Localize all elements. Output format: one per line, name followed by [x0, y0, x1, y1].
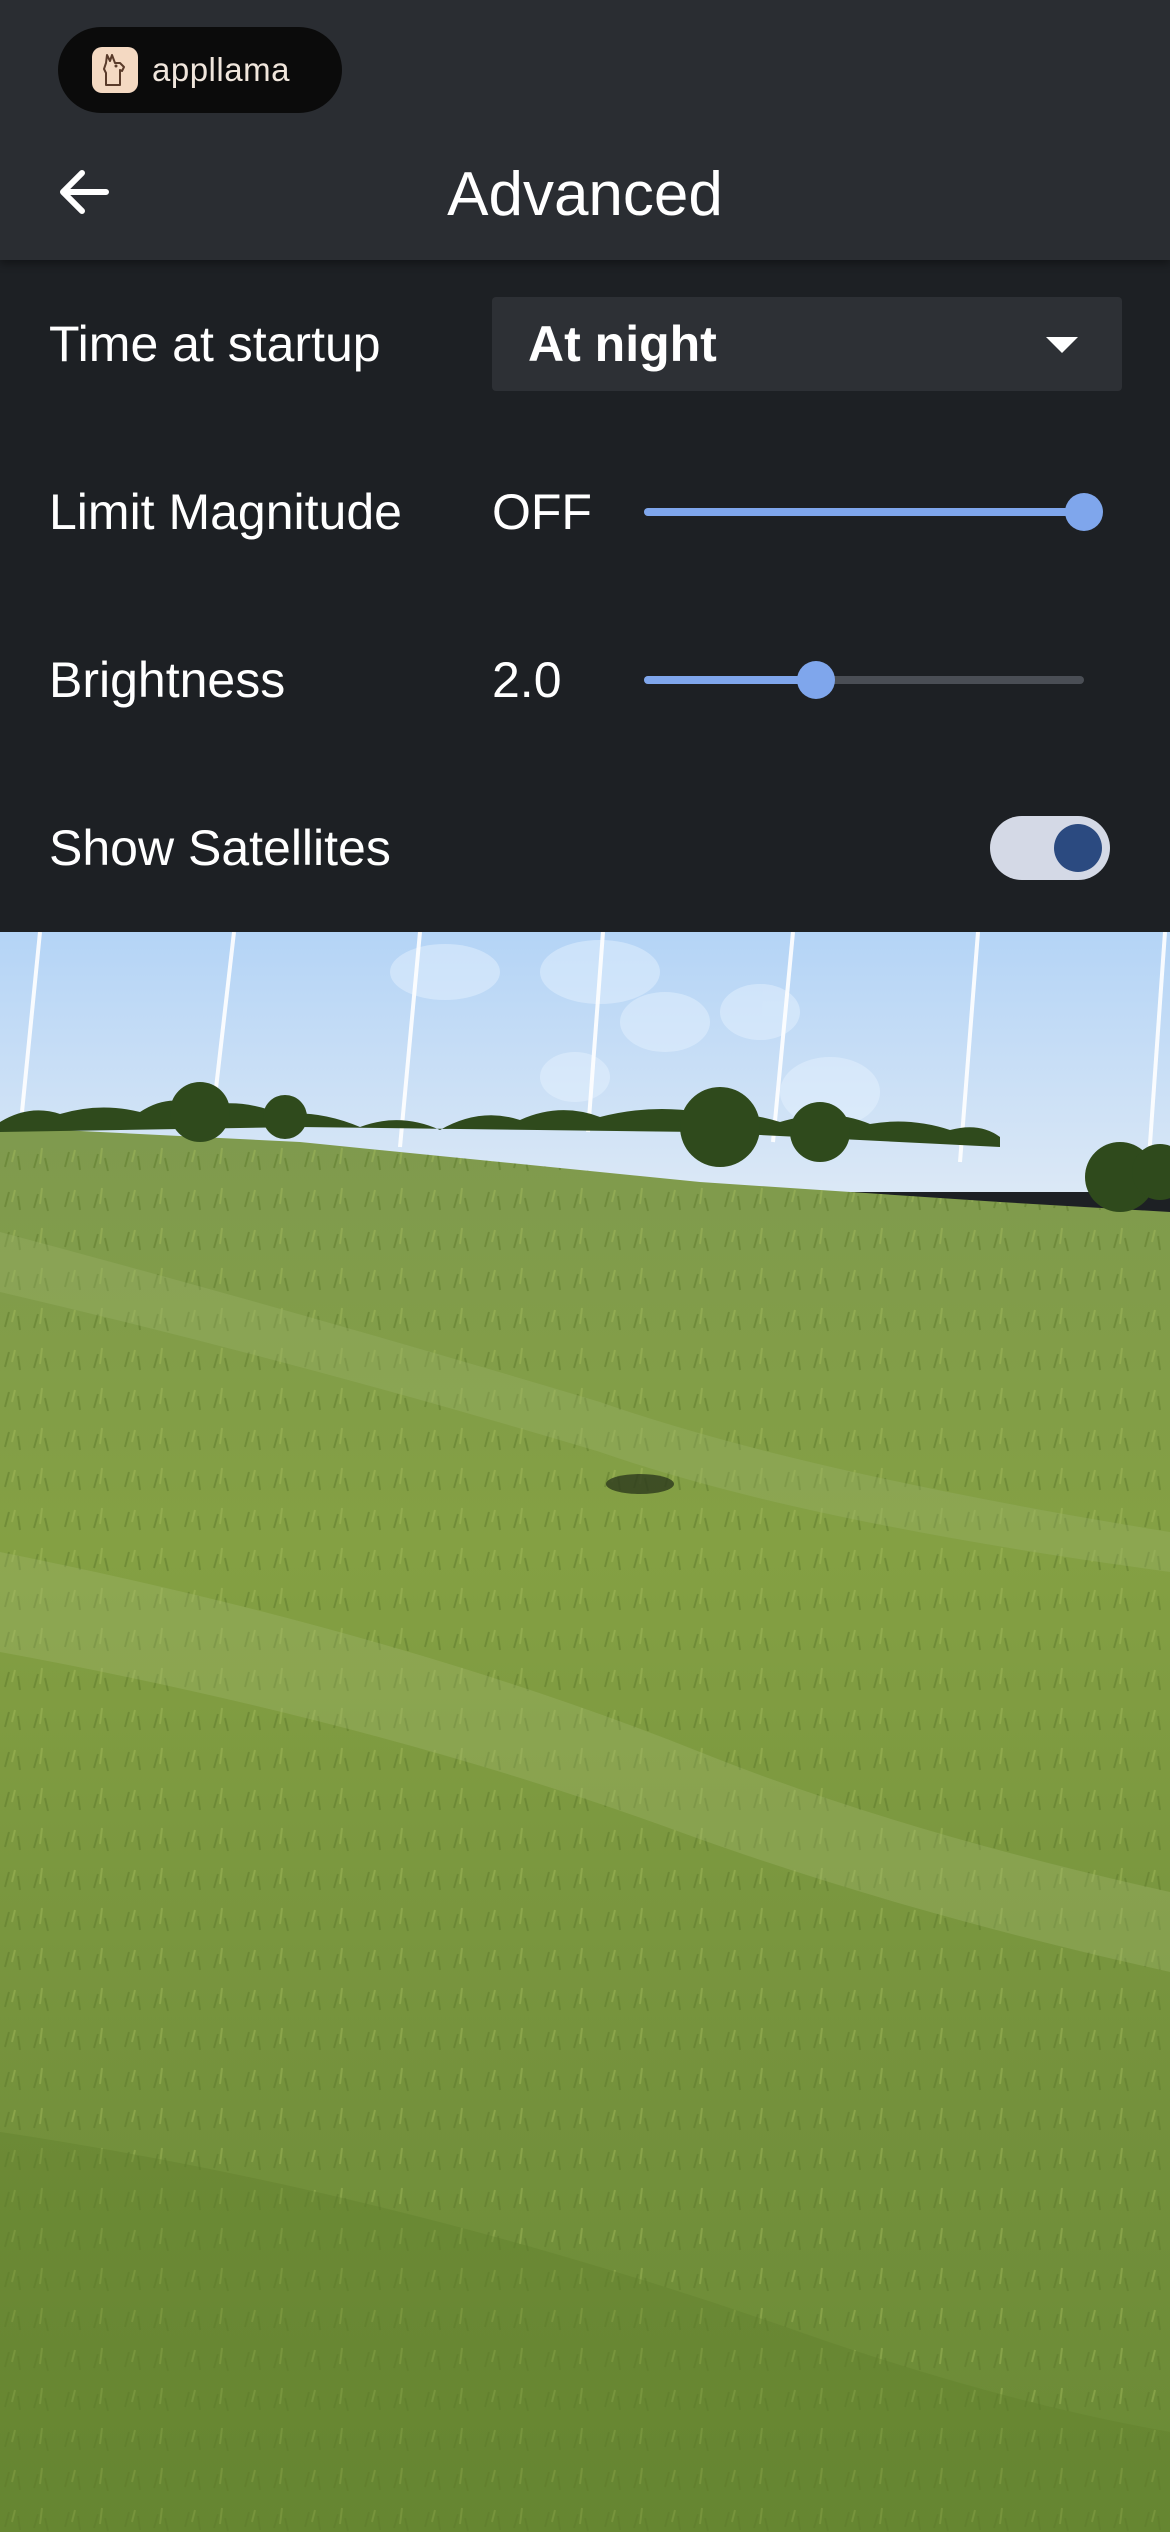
brightness-value: 2.0 [492, 652, 562, 708]
slider-thumb[interactable] [797, 661, 835, 699]
slider-fill [644, 508, 1084, 516]
llama-logo-icon [92, 47, 138, 93]
brightness-slider[interactable] [644, 657, 1084, 703]
show-satellites-toggle[interactable] [990, 816, 1110, 880]
camera-view [0, 931, 1170, 2532]
settings-panel: Time at startup At night Limit Magnitude… [0, 260, 1170, 932]
slider-fill [644, 676, 816, 684]
page-title: Advanced [447, 160, 723, 229]
camera-ar-view [0, 931, 1170, 2532]
brand-badge: appllama [58, 27, 342, 113]
limit-magnitude-label: Limit Magnitude [49, 484, 402, 540]
limit-magnitude-value: OFF [492, 484, 592, 540]
screen: appllama Advanced Time at startup At nig… [0, 0, 1170, 2532]
brightness-label: Brightness [49, 652, 286, 708]
time-at-startup-label: Time at startup [49, 316, 381, 372]
app-header: appllama Advanced [0, 0, 1170, 260]
toggle-knob [1054, 824, 1102, 872]
slider-thumb[interactable] [1065, 493, 1103, 531]
time-at-startup-selected: At night [528, 316, 717, 372]
dropdown-arrow-icon [1046, 337, 1078, 353]
show-satellites-label: Show Satellites [49, 820, 391, 876]
limit-magnitude-slider[interactable] [644, 489, 1103, 535]
brand-name: appllama [152, 51, 290, 88]
time-at-startup-dropdown[interactable]: At night [492, 297, 1122, 391]
